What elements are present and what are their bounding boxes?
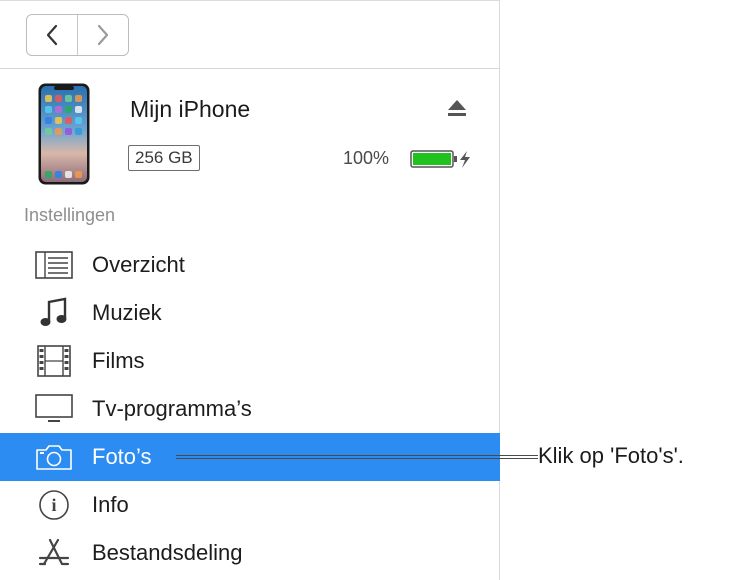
battery-percent: 100% xyxy=(343,148,390,168)
callout-label: Klik op 'Foto's'. xyxy=(538,443,684,468)
sidebar-item-bestandsdeling[interactable]: Bestandsdeling xyxy=(0,529,500,577)
sidebar-item-label: Overzicht xyxy=(92,252,185,277)
sidebar-panel: Mijn iPhone 256 GB 100% Instellingen Ove… xyxy=(0,0,500,580)
sidebar-item-muziek[interactable]: Muziek xyxy=(0,289,500,337)
capacity-badge: 256 GB xyxy=(128,145,200,171)
summary-list-icon xyxy=(34,248,74,282)
sidebar-item-overzicht[interactable]: Overzicht xyxy=(0,241,500,289)
battery-level-fill xyxy=(413,153,451,165)
camera-icon xyxy=(34,440,74,474)
back-button[interactable] xyxy=(27,15,77,55)
sidebar-item-info[interactable]: i Info xyxy=(0,481,500,529)
sidebar-item-label: Info xyxy=(92,492,129,517)
iphone-device-image xyxy=(38,83,90,185)
sidebar-item-label: Foto’s xyxy=(92,444,152,469)
svg-text:i: i xyxy=(51,495,56,515)
settings-heading: Instellingen xyxy=(24,205,116,225)
device-name: Mijn iPhone xyxy=(130,96,251,122)
sidebar-item-label: Bestandsdeling xyxy=(92,540,243,565)
sidebar-item-label: Tv-programma’s xyxy=(92,396,252,421)
settings-menu: Overzicht Muziek Films Tv-programma’s Fo… xyxy=(0,241,500,577)
sidebar-item-films[interactable]: Films xyxy=(0,337,500,385)
chevron-right-icon xyxy=(97,24,109,46)
top-border xyxy=(0,0,500,1)
chevron-left-icon xyxy=(46,24,58,46)
navigation-buttons xyxy=(26,14,129,56)
battery-charging-icon xyxy=(410,150,470,168)
info-icon: i xyxy=(34,488,74,522)
film-strip-icon xyxy=(34,344,74,378)
tv-monitor-icon xyxy=(34,392,74,426)
sidebar-item-label: Films xyxy=(92,348,145,373)
callout-leader-line xyxy=(176,455,538,459)
forward-button[interactable] xyxy=(77,15,128,55)
sidebar-item-label: Muziek xyxy=(92,300,162,325)
toolbar-divider xyxy=(0,68,500,69)
music-note-icon xyxy=(34,296,74,330)
sidebar-item-tv-programmas[interactable]: Tv-programma’s xyxy=(0,385,500,433)
app-store-icon xyxy=(34,536,74,570)
eject-icon[interactable] xyxy=(446,98,468,118)
